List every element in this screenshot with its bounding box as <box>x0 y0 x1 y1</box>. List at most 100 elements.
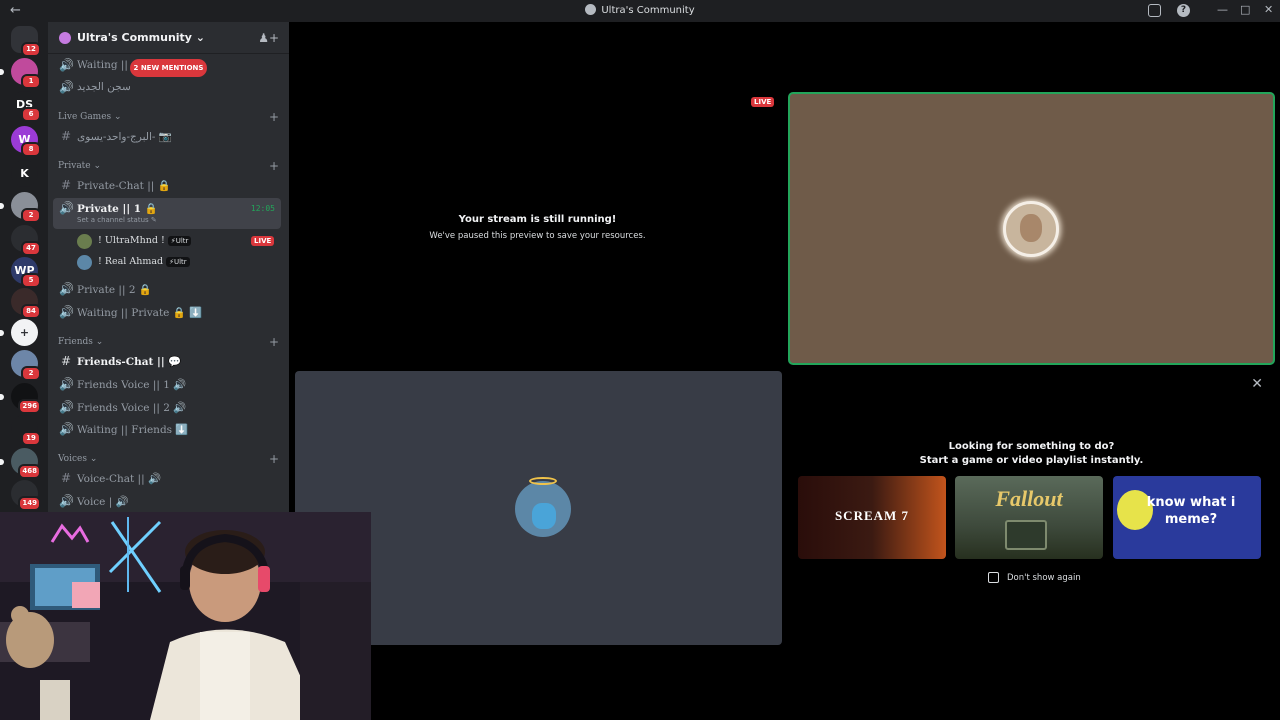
game-card-scream[interactable]: SCREAM 7 <box>798 476 946 559</box>
game-title: SCREAM 7 <box>834 508 910 523</box>
server-avatar-icon <box>59 32 71 44</box>
channel-friends-voice-2[interactable]: 🔊 Friends Voice || 2 🔊 <box>53 397 281 418</box>
dont-show-label[interactable]: Don't show again <box>1007 573 1081 583</box>
category-voices[interactable]: Voices ⌄ + <box>58 452 283 468</box>
unread-pip <box>0 459 4 465</box>
inbox-icon[interactable] <box>1148 4 1161 17</box>
create-channel-icon[interactable]: + <box>269 452 279 466</box>
channel-status[interactable]: Set a channel status ✎ <box>77 216 157 224</box>
unread-pip <box>0 330 4 336</box>
server-icon-server-6[interactable]: 47 <box>11 225 41 256</box>
channel-voice[interactable]: 🔊 Voice | 🔊 <box>53 491 281 512</box>
server-glyph: K <box>20 167 29 180</box>
channel-voice-chat[interactable]: # Voice-Chat || 🔊 <box>53 468 281 489</box>
server-icon-direct-messages[interactable]: 12 <box>11 26 41 57</box>
unread-pip <box>0 69 4 75</box>
stream-paused-title: Your stream is still running! <box>458 214 617 225</box>
invite-people-icon[interactable]: ♟+ <box>258 31 279 45</box>
create-channel-icon[interactable]: + <box>269 335 279 349</box>
voice-user-name: ! Real Ahmad ⚡Ultr <box>98 256 190 267</box>
game-card-know-what-i-meme[interactable]: know what i meme? <box>1113 476 1261 559</box>
category-label: Private <box>58 161 91 171</box>
server-icon-server-k[interactable]: K <box>11 160 38 187</box>
voice-icon: 🔊 <box>59 58 74 72</box>
voice-user-name: ! UltraMhnd ! ⚡Ultr <box>98 235 192 246</box>
category-live-games[interactable]: Live Games ⌄ + <box>58 110 283 126</box>
server-header[interactable]: Ultra's Community ⌄ ♟+ <box>48 22 289 54</box>
channel-private-1[interactable]: 🔊 Private || 1 🔒 Set a channel status ✎ … <box>53 198 281 229</box>
maximize-icon[interactable]: □ <box>1240 3 1250 16</box>
close-window-icon[interactable]: ✕ <box>1264 3 1273 16</box>
server-icon-server-11[interactable]: 296 <box>0 383 41 414</box>
mention-badge: 19 <box>21 431 41 446</box>
participant-tile-speaking[interactable] <box>788 92 1275 365</box>
mention-badge: 8 <box>21 142 41 157</box>
channel-friends-chat[interactable]: # Friends-Chat || 💬 <box>53 351 281 372</box>
voice-stage: Your stream is still running! We've paus… <box>290 22 1280 720</box>
avatar <box>77 255 92 270</box>
channel-waiting-friends[interactable]: 🔊 Waiting || Friends ⬇️ <box>53 419 281 440</box>
server-icon-server-8[interactable]: 84 <box>11 288 41 319</box>
server-icon-server-1[interactable]: 1 <box>0 58 41 89</box>
mention-badge: 2 <box>21 208 41 223</box>
voice-icon: 🔊 <box>59 80 74 94</box>
server-icon-server-12[interactable]: 19 <box>11 415 41 446</box>
hash-icon: # <box>60 129 72 143</box>
category-label: Friends <box>58 337 93 347</box>
minimize-icon[interactable]: — <box>1217 3 1228 16</box>
voice-user-ultramhnd[interactable]: ! UltraMhnd ! ⚡Ultr LIVE <box>77 232 282 251</box>
server-icon-server-14[interactable]: 149 <box>11 480 41 511</box>
server-icon-server-13[interactable]: 468 <box>0 448 41 479</box>
create-channel-icon[interactable]: + <box>269 159 279 173</box>
help-icon[interactable]: ? <box>1177 4 1190 17</box>
stream-paused-subtitle: We've paused this preview to save your r… <box>429 231 646 241</box>
mention-badge: 5 <box>21 273 41 288</box>
dont-show-checkbox[interactable] <box>988 572 999 583</box>
voice-user-real-ahmad[interactable]: ! Real Ahmad ⚡Ultr <box>77 253 282 272</box>
voice-icon: 🔊 <box>59 305 74 319</box>
game-title: know what i meme? <box>1146 495 1236 527</box>
hash-icon: # <box>60 178 72 192</box>
channel-label: البرج-واحد-يسوى- 📷 <box>77 131 172 143</box>
mention-badge: 1 <box>21 74 41 89</box>
channel-label: Friends Voice || 1 🔊 <box>77 379 187 391</box>
voice-icon: 🔊 <box>59 494 74 508</box>
voice-connected-icon: 🔊 <box>59 201 74 215</box>
category-label: Voices <box>58 454 87 464</box>
server-icon <box>585 4 597 15</box>
server-icon-server-wp[interactable]: WP 5 <box>11 257 41 288</box>
new-mentions-pill[interactable]: 2 NEW MENTIONS <box>130 59 207 77</box>
unread-pip <box>0 203 4 209</box>
channel-live-games-text[interactable]: # البرج-واحد-يسوى- 📷 <box>53 126 281 147</box>
close-icon[interactable]: ✕ <box>1251 376 1263 392</box>
category-private[interactable]: Private ⌄ + <box>58 159 283 175</box>
voice-icon: 🔊 <box>59 282 74 296</box>
create-channel-icon[interactable]: + <box>269 110 279 124</box>
webcam-overlay <box>0 512 371 720</box>
channel-private-chat[interactable]: # Private-Chat || 🔒 <box>53 175 281 196</box>
activity-heading: Looking for something to do? <box>948 441 1115 452</box>
user-tag: ⚡Ultr <box>167 236 192 246</box>
server-glyph: + <box>19 326 30 339</box>
channel-waiting-private[interactable]: 🔊 Waiting || Private 🔒 ⬇️ <box>53 302 281 323</box>
window-title: Ultra's Community <box>0 4 1280 16</box>
unread-pip <box>0 394 4 400</box>
user-tag: ⚡Ultr <box>166 257 190 267</box>
channel-label: Private || 2 🔒 <box>77 284 152 296</box>
channel-arabic-voice[interactable]: 🔊 سجن الجديد <box>53 77 281 98</box>
category-friends[interactable]: Friends ⌄ + <box>58 335 283 351</box>
server-icon-server-5[interactable]: 2 <box>0 192 41 223</box>
server-icon-server-9[interactable]: + <box>0 319 38 346</box>
game-card-fallout[interactable]: Fallout <box>955 476 1103 559</box>
pipboy-icon <box>1005 520 1047 550</box>
server-icon-server-w[interactable]: W8 <box>11 126 41 157</box>
channel-private-2[interactable]: 🔊 Private || 2 🔒 <box>53 279 281 300</box>
channel-label: Voice-Chat || 🔊 <box>77 473 162 485</box>
game-title: Fallout <box>995 486 1063 511</box>
server-icon-server-10[interactable]: 2 <box>11 350 41 381</box>
hash-icon: # <box>60 471 72 485</box>
mention-badge: 6 <box>21 107 41 122</box>
channel-label: Friends Voice || 2 🔊 <box>77 402 187 414</box>
server-icon-server-ds[interactable]: DS 6 <box>11 91 41 122</box>
channel-friends-voice-1[interactable]: 🔊 Friends Voice || 1 🔊 <box>53 374 281 395</box>
